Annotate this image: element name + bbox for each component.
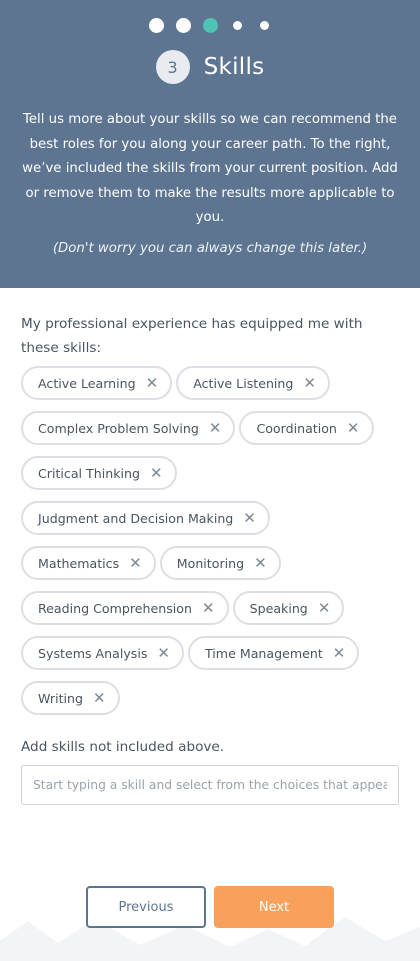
skill-chip-label: Speaking [249,600,308,616]
skill-chip-label: Monitoring [176,555,245,571]
skill-chip-label: Time Management [205,645,323,661]
skill-search-input[interactable] [21,765,399,805]
step-number-badge: 3 [155,50,190,84]
remove-skill-icon[interactable]: ✕ [254,555,267,571]
skill-chip: Reading Comprehension ✕ [21,591,229,625]
skill-chip-list: Active Learning ✕ Active Listening ✕ Complex… [21,366,399,715]
skill-chip-label: Active Listening [193,375,294,391]
remove-skill-icon[interactable]: ✕ [209,420,222,436]
step-dot-2[interactable] [175,18,191,33]
skills-form: My professional experience has equipped … [0,288,420,805]
remove-skill-icon[interactable]: ✕ [93,690,106,706]
step-dot-4 [232,21,242,30]
skill-chip: Active Listening ✕ [176,366,330,400]
remove-skill-icon[interactable]: ✕ [150,465,163,481]
remove-skill-icon[interactable]: ✕ [347,420,360,436]
remove-skill-icon[interactable]: ✕ [333,645,346,661]
intro-text: Tell us more about your skills so we can… [22,112,398,225]
step-navigation: Previous Next [0,886,420,928]
remove-skill-icon[interactable]: ✕ [129,555,142,571]
skill-chip-label: Critical Thinking [38,465,140,481]
skill-chip: Monitoring ✕ [159,546,281,580]
next-button[interactable]: Next [214,886,334,928]
skills-label: My professional experience has equipped … [21,316,363,356]
step-dot-5 [259,21,269,30]
step-title-row: 3 Skills [0,50,420,84]
skill-chip-label: Complex Problem Solving [38,420,199,436]
add-skills-label: Add skills not included above. [21,739,225,755]
skill-chip: Systems Analysis ✕ [21,636,184,670]
skill-chip: Writing ✕ [21,681,120,715]
skill-chip: Coordination ✕ [239,411,374,445]
remove-skill-icon[interactable]: ✕ [157,645,170,661]
skill-chip-label: Reading Comprehension [38,600,192,616]
skill-chip: Speaking ✕ [232,591,345,625]
previous-button[interactable]: Previous [86,886,206,928]
skill-chip-label: Judgment and Decision Making [38,510,234,526]
skill-chip: Active Learning ✕ [21,366,173,400]
remove-skill-icon[interactable]: ✕ [146,375,159,391]
remove-skill-icon[interactable]: ✕ [243,510,256,526]
page-title: Skills [203,54,265,80]
step-dot-1[interactable] [148,18,164,33]
skill-chip: Mathematics ✕ [21,546,156,580]
remove-skill-icon[interactable]: ✕ [318,600,331,616]
step-progress [0,18,420,33]
skill-chip-label: Active Learning [38,375,136,391]
skill-chip-label: Mathematics [38,555,120,571]
remove-skill-icon[interactable]: ✕ [303,375,316,391]
skill-chip: Critical Thinking ✕ [21,456,177,490]
skill-chip-label: Systems Analysis [38,645,148,661]
step-dot-3-active [202,18,218,33]
skill-chip: Time Management ✕ [188,636,360,670]
step-header: 3 Skills Tell us more about your skills … [0,0,420,288]
reassurance-note: (Don't worry you can always change this … [52,241,368,256]
skill-chip: Judgment and Decision Making ✕ [21,501,270,535]
skill-chip-label: Writing [38,690,83,706]
skill-chip: Complex Problem Solving ✕ [21,411,236,445]
skill-chip-label: Coordination [256,420,337,436]
remove-skill-icon[interactable]: ✕ [202,600,215,616]
